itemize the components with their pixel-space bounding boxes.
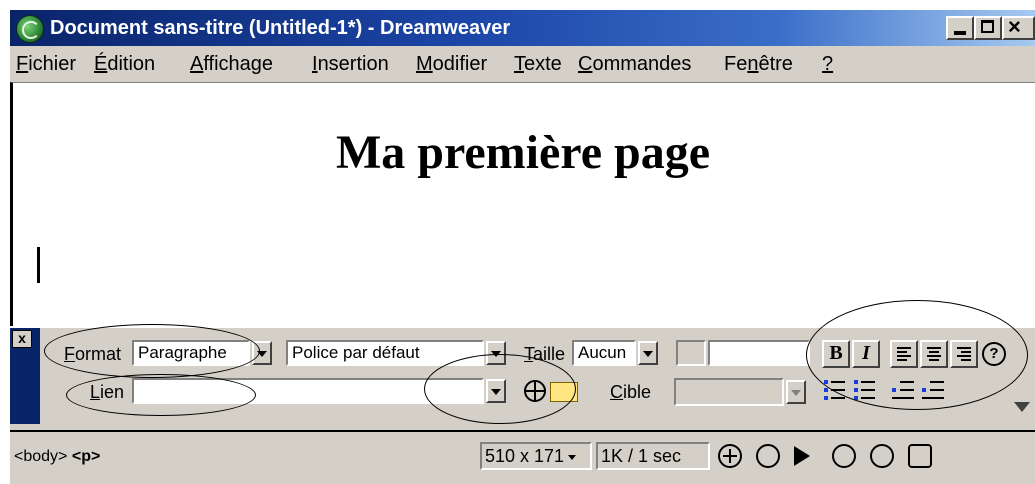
size-label: Taille: [524, 344, 566, 364]
link-label: Lien: [90, 382, 125, 402]
menu-insertion[interactable]: Insertion: [312, 52, 389, 76]
chevron-down-icon: [791, 390, 801, 396]
size-dropdown-button[interactable]: [638, 341, 658, 365]
unordered-list-icon[interactable]: [822, 378, 848, 402]
align-right-icon: [957, 347, 971, 361]
site-window-icon[interactable]: [718, 444, 742, 468]
maximize-icon: [981, 20, 994, 33]
menu-fenetre[interactable]: Fenêtre: [724, 52, 793, 76]
behaviors-icon[interactable]: [794, 446, 810, 466]
title-bar[interactable]: Document sans-titre (Untitled-1*) - Drea…: [10, 10, 1035, 46]
code-inspector-icon[interactable]: [908, 444, 932, 468]
chevron-down-icon: [257, 351, 267, 357]
menu-affichage[interactable]: Affichage: [190, 52, 273, 76]
align-left-icon: [897, 347, 911, 361]
maximize-button[interactable]: [974, 16, 1002, 40]
browse-folder-icon[interactable]: [550, 382, 578, 402]
bold-button[interactable]: B: [822, 340, 850, 368]
status-bar: <body> <p> 510 x 171 1K / 1 sec: [10, 430, 1035, 484]
menu-fichier[interactable]: Fichier: [16, 52, 76, 76]
target-select: [674, 378, 784, 406]
menu-help[interactable]: ?: [822, 52, 833, 76]
history-icon[interactable]: [870, 444, 894, 468]
format-select[interactable]: Paragraphe: [132, 340, 250, 366]
window-title: Document sans-titre (Untitled-1*) - Drea…: [50, 17, 511, 39]
align-center-button[interactable]: [920, 340, 948, 368]
library-icon[interactable]: [756, 444, 780, 468]
close-button[interactable]: ×: [1002, 16, 1035, 40]
chevron-down-icon: [491, 389, 501, 395]
align-right-button[interactable]: [950, 340, 978, 368]
tag-p[interactable]: <p>: [72, 448, 100, 465]
menu-commandes[interactable]: Commandes: [578, 52, 691, 76]
point-to-file-icon[interactable]: [524, 380, 546, 402]
target-dropdown-button: [786, 380, 806, 404]
font-select[interactable]: Police par défaut: [286, 340, 484, 366]
property-inspector: x Format Paragraphe Police par défaut Ta…: [10, 300, 1035, 428]
timeline-icon[interactable]: [832, 444, 856, 468]
minimize-button[interactable]: [946, 16, 974, 40]
tag-selector: <body> <p>: [14, 446, 100, 468]
tag-body[interactable]: <body>: [14, 448, 67, 465]
target-label: Cible: [610, 382, 652, 402]
ordered-list-icon[interactable]: [852, 378, 878, 402]
outdent-icon[interactable]: [890, 378, 916, 402]
menu-texte[interactable]: Texte: [514, 52, 562, 76]
menu-bar: Fichier Édition Affichage Insertion Modi…: [10, 48, 1035, 80]
dreamweaver-logo-icon: [16, 15, 44, 43]
text-color-swatch[interactable]: [676, 340, 706, 366]
page-heading[interactable]: Ma première page: [13, 125, 1033, 181]
help-icon[interactable]: ?: [982, 342, 1006, 366]
align-left-button[interactable]: [890, 340, 918, 368]
window-size-field[interactable]: 510 x 171: [480, 442, 592, 470]
document-canvas[interactable]: Ma première page: [10, 82, 1035, 336]
format-label: Format: [64, 344, 122, 364]
menu-edition[interactable]: Édition: [94, 52, 155, 76]
expand-inspector-icon[interactable]: [1014, 402, 1030, 412]
size-select[interactable]: Aucun: [572, 340, 636, 366]
download-stats-field: 1K / 1 sec: [596, 442, 710, 470]
chevron-down-icon: [491, 351, 501, 357]
italic-button[interactable]: I: [852, 340, 880, 368]
format-dropdown-button[interactable]: [252, 341, 272, 365]
align-center-icon: [927, 347, 941, 361]
inspector-close-button[interactable]: x: [12, 330, 32, 348]
close-icon: ×: [1008, 14, 1021, 39]
link-dropdown-button[interactable]: [486, 379, 506, 403]
link-input[interactable]: [132, 378, 484, 404]
text-caret: [37, 247, 40, 283]
text-color-field[interactable]: [708, 340, 810, 366]
font-dropdown-button[interactable]: [486, 341, 506, 365]
app-window: Document sans-titre (Untitled-1*) - Drea…: [10, 10, 1035, 484]
chevron-down-icon: [568, 454, 577, 460]
menu-modifier[interactable]: Modifier: [416, 52, 487, 76]
chevron-down-icon: [643, 351, 653, 357]
minimize-icon: [954, 31, 966, 35]
indent-icon[interactable]: [920, 378, 946, 402]
